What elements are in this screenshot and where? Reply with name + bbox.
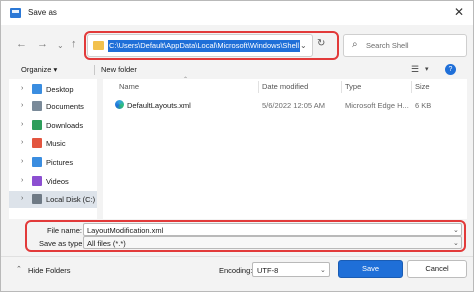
filename-dropdown-chevron-icon[interactable]: ⌄ bbox=[453, 226, 459, 234]
expand-chevron-icon[interactable]: › bbox=[21, 102, 23, 109]
expand-chevron-icon[interactable]: › bbox=[21, 121, 23, 128]
save-dialog-icon bbox=[10, 8, 21, 18]
sidebar-item-videos[interactable]: › Videos bbox=[9, 173, 97, 190]
drive-icon bbox=[32, 194, 42, 204]
sidebar-item-downloads[interactable]: › Downloads bbox=[9, 117, 97, 134]
file-name: DefaultLayouts.xml bbox=[127, 101, 191, 110]
documents-icon bbox=[32, 101, 42, 111]
column-divider[interactable] bbox=[411, 81, 412, 93]
navigation-bar: ← → ⌄ ↑ C:\Users\Default\AppData\Local\M… bbox=[1, 25, 473, 65]
up-arrow-icon[interactable]: ↑ bbox=[71, 38, 77, 50]
filename-input[interactable]: LayoutModification.xml bbox=[83, 223, 462, 236]
file-row[interactable]: DefaultLayouts.xml 5/6/2022 12:05 AM Mic… bbox=[103, 98, 467, 112]
encoding-label: Encoding: bbox=[219, 266, 253, 275]
hide-folders-button[interactable]: Hide Folders bbox=[28, 266, 71, 275]
sidebar-item-label: Documents bbox=[46, 102, 84, 111]
expand-chevron-icon[interactable]: › bbox=[21, 177, 23, 184]
save-as-type-label: Save as type: bbox=[39, 239, 85, 248]
file-date: 5/6/2022 12:05 AM bbox=[262, 101, 325, 110]
file-list: ⌃ Name Date modified Type Size DefaultLa… bbox=[103, 77, 467, 219]
sidebar-item-label: Local Disk (C:) bbox=[46, 195, 96, 204]
expand-chevron-icon[interactable]: › bbox=[21, 158, 23, 165]
save-as-type-chevron-icon[interactable]: ⌄ bbox=[453, 239, 459, 247]
sidebar-item-label: Desktop bbox=[46, 85, 74, 94]
column-header-name[interactable]: Name bbox=[119, 82, 139, 91]
back-arrow-icon[interactable]: ← bbox=[16, 38, 27, 50]
save-as-type-select[interactable]: All files (*.*) bbox=[83, 236, 462, 249]
pictures-icon bbox=[32, 157, 42, 167]
recent-locations-chevron-icon[interactable]: ⌄ bbox=[57, 40, 64, 52]
videos-icon bbox=[32, 176, 42, 186]
command-toolbar: Organize ▾ New folder ☰ ▾ ? bbox=[1, 64, 473, 77]
toolbar-divider bbox=[94, 65, 95, 75]
sort-arrow-icon: ⌃ bbox=[183, 77, 189, 83]
help-icon[interactable]: ? bbox=[445, 64, 456, 75]
column-header-size[interactable]: Size bbox=[415, 82, 430, 91]
column-header-type[interactable]: Type bbox=[345, 82, 361, 91]
file-size: 6 KB bbox=[415, 101, 432, 110]
filename-label: File name: bbox=[47, 226, 83, 235]
sidebar-item-desktop[interactable]: › Desktop bbox=[9, 81, 97, 98]
close-icon[interactable]: ✕ bbox=[454, 4, 464, 20]
organize-button[interactable]: Organize ▾ bbox=[21, 65, 57, 74]
music-icon bbox=[32, 138, 42, 148]
sidebar-item-pictures[interactable]: › Pictures bbox=[9, 154, 97, 171]
sidebar-item-local-disk[interactable]: › Local Disk (C:) bbox=[9, 191, 97, 208]
edge-file-icon bbox=[115, 100, 124, 109]
search-icon: ⌕ bbox=[352, 39, 358, 50]
desktop-icon bbox=[32, 84, 42, 94]
sidebar-item-label: Music bbox=[46, 139, 66, 148]
folder-icon bbox=[93, 41, 104, 50]
sidebar-item-label: Videos bbox=[46, 177, 69, 186]
hide-folders-chevron-icon[interactable]: ⌃ bbox=[16, 265, 22, 273]
forward-arrow-icon[interactable]: → bbox=[37, 38, 48, 50]
column-divider[interactable] bbox=[341, 81, 342, 93]
address-dropdown-chevron-icon[interactable]: ⌄ bbox=[300, 41, 307, 50]
encoding-chevron-icon[interactable]: ⌄ bbox=[320, 266, 326, 274]
new-folder-button[interactable]: New folder bbox=[101, 65, 137, 74]
expand-chevron-icon[interactable]: › bbox=[21, 139, 23, 146]
cancel-button[interactable]: Cancel bbox=[407, 260, 467, 278]
expand-chevron-icon[interactable]: › bbox=[21, 85, 23, 92]
search-box[interactable]: ⌕ Search Shell bbox=[343, 34, 467, 57]
sidebar-item-label: Pictures bbox=[46, 158, 74, 167]
view-dropdown-chevron-icon[interactable]: ▾ bbox=[425, 65, 429, 73]
sidebar-item-label: Downloads bbox=[46, 121, 84, 130]
title-bar: Save as ✕ bbox=[1, 1, 473, 25]
save-as-dialog: Save as ✕ ← → ⌄ ↑ C:\Users\Default\AppDa… bbox=[0, 0, 474, 292]
expand-chevron-icon[interactable]: › bbox=[21, 195, 23, 202]
sidebar-item-music[interactable]: › Music bbox=[9, 135, 97, 152]
column-header-date-modified[interactable]: Date modified bbox=[262, 82, 308, 91]
column-divider[interactable] bbox=[258, 81, 259, 93]
search-placeholder: Search Shell bbox=[366, 41, 409, 50]
save-button[interactable]: Save bbox=[338, 260, 403, 278]
view-options-icon[interactable]: ☰ bbox=[411, 64, 419, 75]
encoding-select[interactable]: UTF-8 bbox=[252, 262, 330, 277]
footer-divider bbox=[1, 256, 473, 257]
downloads-icon bbox=[32, 120, 42, 130]
dialog-title: Save as bbox=[28, 8, 57, 17]
file-type: Microsoft Edge H... bbox=[345, 101, 409, 110]
address-path[interactable]: C:\Users\Default\AppData\Local\Microsoft… bbox=[108, 40, 301, 52]
refresh-icon[interactable]: ↻ bbox=[317, 38, 325, 49]
address-bar[interactable]: C:\Users\Default\AppData\Local\Microsoft… bbox=[87, 34, 313, 57]
navigation-pane: › Desktop › Documents › Downloads › Musi… bbox=[9, 79, 97, 219]
sidebar-item-documents[interactable]: › Documents bbox=[9, 98, 97, 115]
